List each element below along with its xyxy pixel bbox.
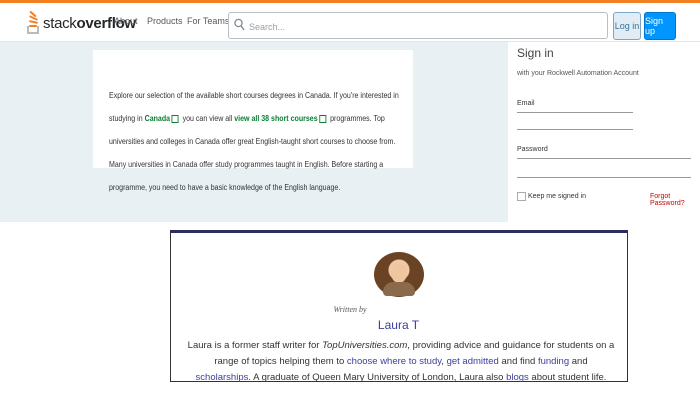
get-admitted-link[interactable]: get admitted: [447, 356, 499, 367]
search-icon: [234, 18, 245, 31]
bio-text: and find: [498, 356, 538, 367]
signin-subtitle: with your Rockwell Automation Account: [517, 70, 639, 77]
stack-logo-icon: [26, 10, 40, 34]
email-field[interactable]: [517, 112, 633, 113]
signup-button[interactable]: Sign up: [644, 12, 676, 40]
author-bio: Laura is a former staff writer for TopUn…: [186, 338, 616, 386]
bio-text: and: [569, 356, 588, 367]
written-by-label: Written by: [333, 305, 367, 314]
blogs-link[interactable]: blogs: [506, 372, 529, 383]
email-field-underline: [517, 129, 633, 130]
article-text-2: you can view all: [182, 114, 233, 123]
nav-products[interactable]: Products: [147, 16, 183, 26]
search-box[interactable]: [228, 12, 608, 39]
funding-link[interactable]: funding: [538, 356, 569, 367]
signin-panel: Sign in with your Rockwell Automation Ac…: [508, 42, 700, 222]
remember-me-label: Keep me signed in: [528, 193, 586, 200]
author-name-link[interactable]: Laura T: [0, 318, 700, 332]
password-field-underline: [517, 177, 691, 178]
site-header: stackoverflow About Products For Teams L…: [0, 3, 700, 42]
remember-me-checkbox[interactable]: [517, 192, 526, 201]
bio-text: Laura is a former staff writer for: [187, 340, 323, 351]
forgot-password-link[interactable]: Forgot Password?: [650, 193, 700, 207]
password-field[interactable]: [517, 158, 691, 159]
search-input[interactable]: [247, 16, 601, 37]
login-button[interactable]: Log in: [613, 12, 641, 40]
email-label: Email: [517, 100, 535, 107]
canada-link[interactable]: Canada: [145, 114, 170, 123]
nav-for-teams[interactable]: For Teams: [187, 16, 229, 26]
bio-text: . A graduate of Queen Mary University of…: [248, 372, 507, 383]
password-label: Password: [517, 146, 548, 153]
logo-text-light: stack: [43, 14, 77, 32]
nav-about[interactable]: About: [114, 16, 138, 26]
author-avatar: [374, 252, 424, 297]
bio-site-name: TopUniversities.com: [322, 340, 408, 351]
external-link-icon: [171, 114, 179, 123]
signin-title: Sign in: [517, 46, 554, 60]
short-courses-link[interactable]: view all 38 short courses: [234, 114, 317, 123]
article-paragraph: Explore our selection of the available s…: [109, 84, 408, 199]
choose-where-to-study-link[interactable]: choose where to study: [347, 356, 441, 367]
scholarships-link[interactable]: scholarships: [196, 372, 249, 383]
external-link-icon: [319, 114, 327, 123]
article-text-3: programmes. Top universities and college…: [109, 114, 396, 192]
bio-text: about student life.: [528, 372, 607, 383]
